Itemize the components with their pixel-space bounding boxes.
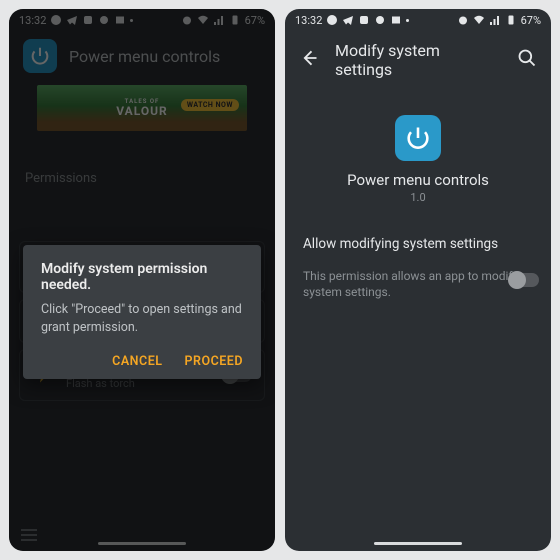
- settings-header: Modify system settings: [285, 31, 551, 89]
- camera-icon: [374, 14, 386, 26]
- search-button[interactable]: [517, 48, 537, 72]
- dialog-body: Click "Proceed" to open settings and gra…: [41, 301, 243, 336]
- search-icon: [517, 48, 537, 68]
- arrow-left-icon: [299, 48, 319, 68]
- more-dot: [406, 19, 409, 22]
- permission-dialog: Modify system permission needed. Click "…: [23, 245, 261, 379]
- telegram-icon: [342, 14, 354, 26]
- alarm-icon: [457, 14, 469, 26]
- toggle[interactable]: [509, 273, 539, 287]
- battery-pct: 67%: [521, 14, 541, 27]
- phone-left: 13:32 67% Power menu controls TALES OF V…: [9, 9, 275, 551]
- app-icon: [395, 115, 441, 161]
- allow-modify-label: Allow modifying system settings: [303, 236, 498, 252]
- whatsapp-icon: [326, 14, 338, 26]
- signal-icon: [489, 14, 501, 26]
- image-icon: [390, 14, 402, 26]
- nav-handle[interactable]: [374, 542, 462, 545]
- proceed-button[interactable]: PROCEED: [185, 354, 244, 369]
- settings-title: Modify system settings: [335, 41, 501, 79]
- app-version: 1.0: [410, 191, 425, 204]
- battery-icon: [505, 14, 517, 26]
- power-icon: [404, 124, 432, 152]
- status-bar: 13:32 67%: [285, 9, 551, 31]
- app-info: Power menu controls 1.0: [285, 89, 551, 214]
- app-name: Power menu controls: [347, 171, 489, 189]
- phone-right: 13:32 67% Modify system settings: [285, 9, 551, 551]
- status-time: 13:32: [295, 14, 322, 27]
- cancel-button[interactable]: CANCEL: [112, 354, 162, 369]
- instagram-icon: [358, 14, 370, 26]
- dialog-title: Modify system permission needed.: [41, 261, 243, 293]
- back-button[interactable]: [299, 48, 319, 72]
- allow-modify-row[interactable]: Allow modifying system settings: [285, 214, 551, 262]
- wifi-icon: [473, 14, 485, 26]
